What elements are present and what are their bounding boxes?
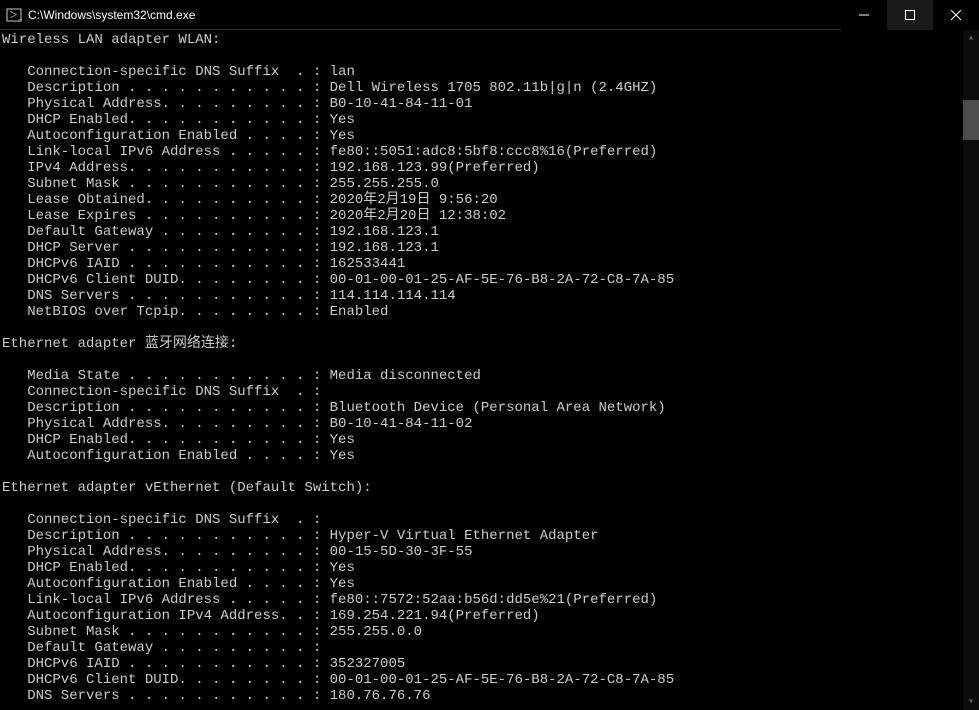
svg-text:＞_: ＞_ bbox=[9, 11, 22, 21]
terminal-line: Default Gateway . . . . . . . . . : 192.… bbox=[2, 224, 979, 240]
scroll-up-icon[interactable]: ▴ bbox=[963, 30, 979, 46]
window-title: C:\Windows\system32\cmd.exe bbox=[28, 8, 841, 22]
terminal-line: Physical Address. . . . . . . . . : 00-1… bbox=[2, 544, 979, 560]
close-button[interactable] bbox=[933, 0, 979, 30]
terminal-line: Description . . . . . . . . . . . : Dell… bbox=[2, 80, 979, 96]
terminal-line: Media State . . . . . . . . . . . : Medi… bbox=[2, 368, 979, 384]
terminal-line: Physical Address. . . . . . . . . : B0-1… bbox=[2, 416, 979, 432]
terminal-line: DNS Servers . . . . . . . . . . . : 180.… bbox=[2, 688, 979, 704]
terminal-line: Default Gateway . . . . . . . . . : bbox=[2, 640, 979, 656]
scroll-down-icon[interactable]: ▾ bbox=[963, 694, 979, 710]
terminal-line: Lease Obtained. . . . . . . . . . : 2020… bbox=[2, 192, 979, 208]
terminal-line: Link-local IPv6 Address . . . . . : fe80… bbox=[2, 144, 979, 160]
window-controls bbox=[841, 0, 979, 29]
terminal-line: DHCP Server . . . . . . . . . . . : 192.… bbox=[2, 240, 979, 256]
scrollbar-track[interactable]: ▴ ▾ bbox=[963, 30, 979, 710]
terminal-line: Connection-specific DNS Suffix . : bbox=[2, 512, 979, 528]
terminal-line: Connection-specific DNS Suffix . : bbox=[2, 384, 979, 400]
terminal-line: Autoconfiguration IPv4 Address. . : 169.… bbox=[2, 608, 979, 624]
terminal-line bbox=[2, 320, 979, 336]
maximize-button[interactable] bbox=[887, 0, 933, 30]
terminal-line: Ethernet adapter vEthernet (Default Swit… bbox=[2, 480, 979, 496]
terminal-line: DNS Servers . . . . . . . . . . . : 114.… bbox=[2, 288, 979, 304]
terminal-line: DHCP Enabled. . . . . . . . . . . : Yes bbox=[2, 560, 979, 576]
terminal-output[interactable]: Wireless LAN adapter WLAN: Connection-sp… bbox=[0, 30, 979, 710]
terminal-line: Link-local IPv6 Address . . . . . : fe80… bbox=[2, 592, 979, 608]
terminal-line: Lease Expires . . . . . . . . . . : 2020… bbox=[2, 208, 979, 224]
terminal-line: DHCPv6 Client DUID. . . . . . . . : 00-0… bbox=[2, 272, 979, 288]
terminal-line: Ethernet adapter 蓝牙网络连接: bbox=[2, 336, 979, 352]
terminal-line: Autoconfiguration Enabled . . . . : Yes bbox=[2, 576, 979, 592]
terminal-line: Subnet Mask . . . . . . . . . . . : 255.… bbox=[2, 624, 979, 640]
terminal-line: Autoconfiguration Enabled . . . . : Yes bbox=[2, 448, 979, 464]
terminal-line: DHCPv6 Client DUID. . . . . . . . : 00-0… bbox=[2, 672, 979, 688]
terminal-line bbox=[2, 48, 979, 64]
cmd-icon: ＞_ bbox=[6, 7, 22, 23]
scrollbar-thumb[interactable] bbox=[963, 100, 979, 140]
titlebar[interactable]: ＞_ C:\Windows\system32\cmd.exe bbox=[0, 0, 979, 30]
terminal-line: Subnet Mask . . . . . . . . . . . : 255.… bbox=[2, 176, 979, 192]
minimize-button[interactable] bbox=[841, 0, 887, 30]
terminal-line: Description . . . . . . . . . . . : Hype… bbox=[2, 528, 979, 544]
terminal-line bbox=[2, 352, 979, 368]
terminal-line: Wireless LAN adapter WLAN: bbox=[2, 32, 979, 48]
terminal-line: Physical Address. . . . . . . . . : B0-1… bbox=[2, 96, 979, 112]
terminal-line: Connection-specific DNS Suffix . : lan bbox=[2, 64, 979, 80]
terminal-line: DHCP Enabled. . . . . . . . . . . : Yes bbox=[2, 112, 979, 128]
terminal-line: DHCP Enabled. . . . . . . . . . . : Yes bbox=[2, 432, 979, 448]
terminal-line: DHCPv6 IAID . . . . . . . . . . . : 3523… bbox=[2, 656, 979, 672]
terminal-line: Autoconfiguration Enabled . . . . : Yes bbox=[2, 128, 979, 144]
terminal-line: IPv4 Address. . . . . . . . . . . : 192.… bbox=[2, 160, 979, 176]
terminal-line: Description . . . . . . . . . . . : Blue… bbox=[2, 400, 979, 416]
terminal-line: DHCPv6 IAID . . . . . . . . . . . : 1625… bbox=[2, 256, 979, 272]
terminal-line: NetBIOS over Tcpip. . . . . . . . : Enab… bbox=[2, 304, 979, 320]
terminal-line bbox=[2, 464, 979, 480]
terminal-line bbox=[2, 496, 979, 512]
